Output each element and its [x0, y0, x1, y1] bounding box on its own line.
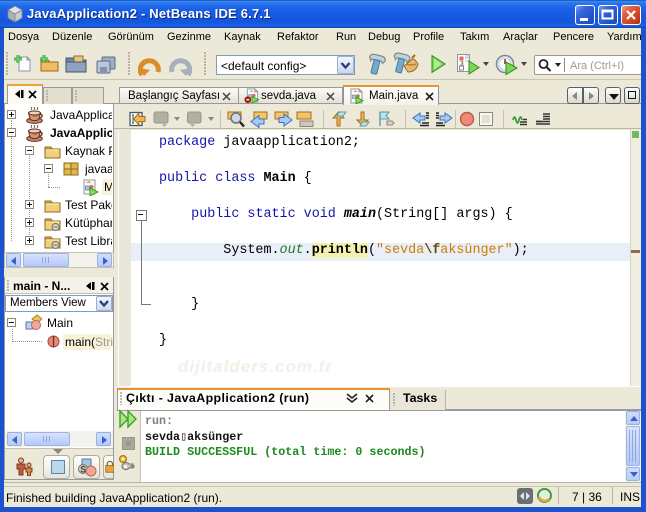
- svg-text:3: 3: [460, 61, 464, 68]
- svg-text:S: S: [80, 465, 86, 475]
